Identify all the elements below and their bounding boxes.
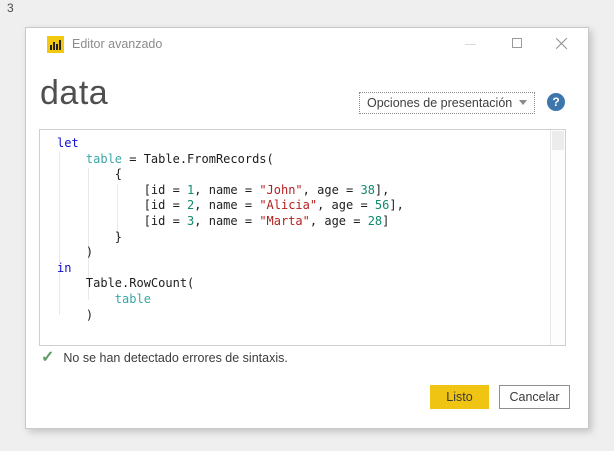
code-token: ]	[382, 213, 390, 228]
code-token: , name =	[194, 213, 260, 228]
minimize-icon	[465, 44, 476, 45]
code-token: [id =	[57, 198, 188, 213]
code-token: let	[57, 136, 79, 150]
question-mark-icon: ?	[552, 95, 560, 109]
code-line: )	[57, 245, 551, 261]
code-token: ],	[389, 198, 404, 213]
syntax-status: ✓ No se han detectado errores de sintaxi…	[41, 350, 288, 366]
code-token: )	[57, 245, 94, 260]
display-options-dropdown[interactable]: Opciones de presentación	[359, 92, 536, 114]
code-token: [id =	[57, 213, 188, 228]
code-token: )	[57, 307, 94, 322]
code-token: 56	[374, 198, 390, 213]
code-line: [id = 1, name = "John", age = 38],	[57, 183, 551, 199]
code-line: table = Table.FromRecords(	[57, 152, 551, 168]
code-line: }	[57, 230, 551, 246]
code-line: )	[57, 308, 551, 324]
check-icon: ✓	[41, 349, 55, 366]
code-line: Table.RowCount(	[57, 276, 551, 292]
code-token: , name =	[194, 198, 260, 213]
code-token: 38	[360, 182, 375, 197]
help-button[interactable]: ?	[547, 93, 565, 111]
code-token: , age =	[302, 182, 361, 197]
code-area[interactable]: let table = Table.FromRecords( { [id = 1…	[40, 130, 551, 345]
close-button[interactable]	[546, 32, 580, 56]
desktop-corner-label: 3	[7, 1, 14, 15]
maximize-icon	[512, 38, 522, 48]
code-token: Table.RowCount(	[57, 276, 195, 291]
code-token: }	[57, 229, 123, 244]
editor-scrollbar[interactable]	[550, 130, 565, 345]
code-token: = Table.FromRecords(	[122, 151, 274, 166]
code-editor[interactable]: let table = Table.FromRecords( { [id = 1…	[39, 129, 566, 346]
code-token: table	[114, 291, 151, 306]
powerbi-bar-chart-icon	[47, 36, 64, 53]
minimize-button[interactable]	[454, 32, 488, 56]
editor-scrollbar-thumb[interactable]	[552, 131, 564, 150]
syntax-status-message: No se han detectado errores de sintaxis.	[63, 351, 288, 365]
code-token: , age =	[317, 198, 375, 213]
advanced-editor-dialog: Editor avanzado data Opciones de present…	[25, 27, 589, 429]
code-token: table	[85, 151, 123, 166]
dialog-titlebar: Editor avanzado	[26, 28, 588, 58]
close-icon	[556, 37, 568, 49]
footer-buttons: Listo Cancelar	[430, 385, 570, 409]
code-token: , age =	[309, 213, 368, 228]
code-line: [id = 3, name = "Marta", age = 28]	[57, 214, 551, 230]
code-token: "Alicia"	[259, 198, 318, 213]
cancel-button[interactable]: Cancelar	[499, 385, 570, 409]
code-line: in	[57, 261, 551, 277]
code-token: , name =	[194, 182, 260, 197]
code-line: [id = 2, name = "Alicia", age = 56],	[57, 198, 551, 214]
code-token: 28	[367, 213, 383, 228]
chevron-down-icon	[519, 100, 528, 105]
done-button[interactable]: Listo	[430, 385, 489, 409]
code-token: ],	[374, 182, 390, 197]
dialog-title: Editor avanzado	[72, 37, 163, 51]
code-token: in	[57, 260, 72, 275]
query-name-heading: data	[40, 74, 109, 112]
code-token: "Marta"	[259, 213, 310, 228]
code-token: [id =	[57, 182, 188, 197]
code-line: let	[57, 136, 551, 152]
display-options-label: Opciones de presentación	[367, 96, 513, 110]
code-token: "John"	[259, 182, 303, 197]
code-line: {	[57, 167, 551, 183]
maximize-button[interactable]	[502, 32, 536, 56]
code-line: table	[57, 292, 551, 308]
code-token: {	[57, 167, 123, 182]
